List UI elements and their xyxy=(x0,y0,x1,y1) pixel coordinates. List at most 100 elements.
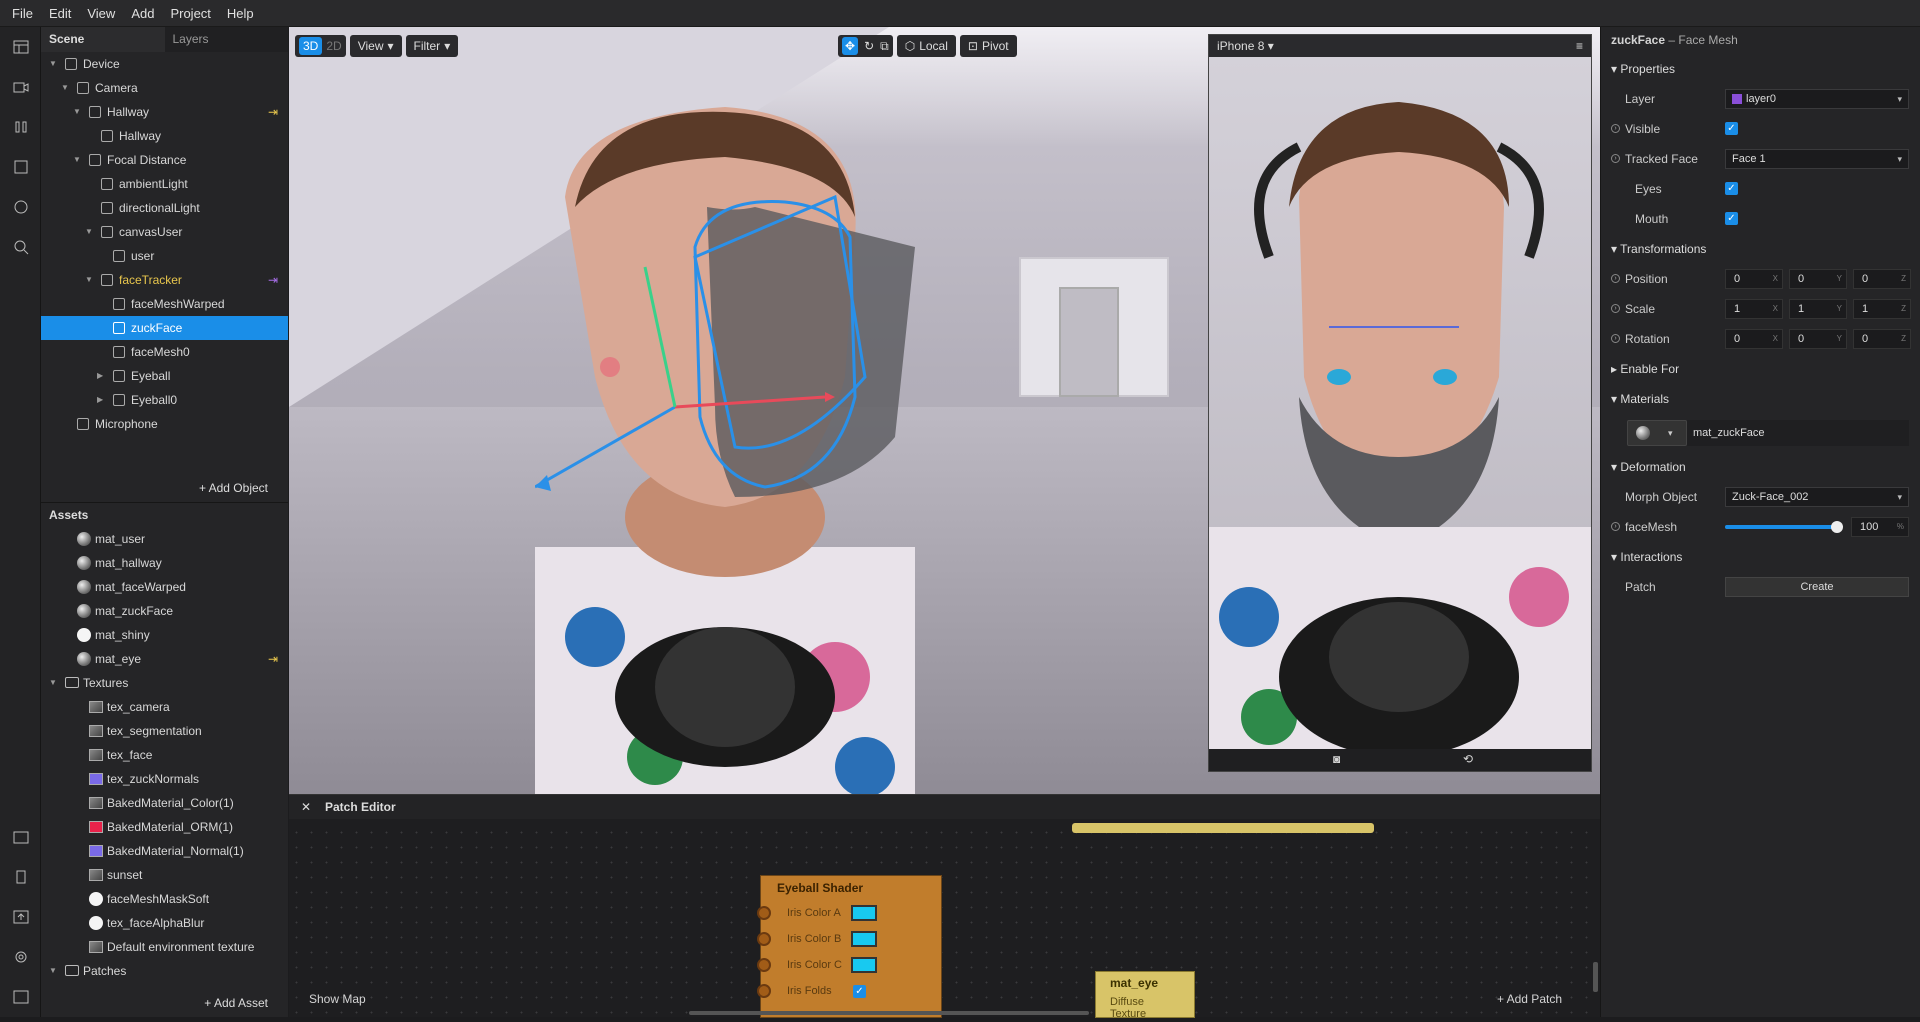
position-z-field[interactable]: 0Z xyxy=(1853,269,1911,289)
visible-checkbox[interactable]: ✓ xyxy=(1725,122,1738,135)
scene-item-eyeball[interactable]: ▶ Eyeball xyxy=(41,364,288,388)
scene-item-facetracker[interactable]: ▼ faceTracker ⇥ xyxy=(41,268,288,292)
color-swatch[interactable] xyxy=(851,905,877,921)
rotation-x-field[interactable]: 0X xyxy=(1725,329,1783,349)
scene-item-microphone[interactable]: Microphone xyxy=(41,412,288,436)
chevron-down-icon[interactable]: ▼ xyxy=(73,148,81,172)
chevron-down-icon[interactable]: ▼ xyxy=(61,76,69,100)
chevron-right-icon[interactable]: ▶ xyxy=(97,364,103,388)
menu-item-edit[interactable]: Edit xyxy=(41,6,79,21)
keyframe-icon[interactable]: › xyxy=(1611,522,1620,531)
upload-icon[interactable] xyxy=(0,897,41,937)
scene-item-ambientlight[interactable]: ambientLight xyxy=(41,172,288,196)
port-iris-color-b[interactable]: Iris Color B xyxy=(757,926,941,952)
asset-item[interactable]: tex_segmentation xyxy=(41,719,288,743)
menu-icon[interactable]: ≡ xyxy=(1576,35,1583,57)
facemesh-slider-track[interactable] xyxy=(1725,525,1837,529)
asset-item[interactable]: tex_zuckNormals xyxy=(41,767,288,791)
asset-item[interactable]: faceMeshMaskSoft xyxy=(41,887,288,911)
pin-icon[interactable]: ⇥ xyxy=(268,647,278,671)
eyes-checkbox[interactable]: ✓ xyxy=(1725,182,1738,195)
menu-item-project[interactable]: Project xyxy=(162,6,218,21)
chevron-down-icon[interactable]: ▼ xyxy=(73,100,81,124)
port-icon[interactable] xyxy=(757,958,771,972)
facemesh-value-field[interactable]: 100% xyxy=(1851,517,1909,537)
pivot-toggle[interactable]: ⊡ Pivot xyxy=(959,35,1017,57)
pause-icon[interactable] xyxy=(0,107,41,147)
section-materials[interactable]: ▾ Materials xyxy=(1601,384,1920,414)
port-icon[interactable] xyxy=(757,906,771,920)
keyframe-icon[interactable]: › xyxy=(1611,154,1620,163)
scene-item-eyeball0[interactable]: ▶ Eyeball0 xyxy=(41,388,288,412)
video-icon[interactable] xyxy=(0,67,41,107)
move-tool-icon[interactable]: ✥ xyxy=(842,37,859,55)
asset-item[interactable]: mat_shiny xyxy=(41,623,288,647)
port-iris-color-a[interactable]: Iris Color A xyxy=(757,900,941,926)
patch-editor[interactable]: Patch Editor ✕ Eyeball Shader Iris Color… xyxy=(289,794,1600,1020)
material-name[interactable]: mat_zuckFace xyxy=(1687,420,1909,446)
viewport[interactable]: 3D 2D View ▾ Filter ▾ ✥ ↻ ⧉ ⬡ Local ⊡ Pivot … xyxy=(289,27,1600,794)
keyframe-icon[interactable]: › xyxy=(1611,124,1620,133)
menu-item-file[interactable]: File xyxy=(4,6,41,21)
chevron-right-icon[interactable]: ▶ xyxy=(97,388,103,412)
color-swatch[interactable] xyxy=(851,931,877,947)
asset-item[interactable]: BakedMaterial_Normal(1) xyxy=(41,839,288,863)
layer-select[interactable]: layer0 ▾ xyxy=(1725,89,1909,109)
scale-y-field[interactable]: 1Y xyxy=(1789,299,1847,319)
checkbox[interactable]: ✓ xyxy=(853,985,866,998)
morph-object-select[interactable]: Zuck-Face_002 ▾ xyxy=(1725,487,1909,507)
scene-item-focal distance[interactable]: ▼ Focal Distance xyxy=(41,148,288,172)
port-iris-color-c[interactable]: Iris Color C xyxy=(757,952,941,978)
local-toggle[interactable]: ⬡ Local xyxy=(896,35,956,57)
asset-item[interactable]: BakedMaterial_ORM(1) xyxy=(41,815,288,839)
scene-item-hallway[interactable]: ▼ Hallway ⇥ xyxy=(41,100,288,124)
pin-icon[interactable]: ⇥ xyxy=(268,268,278,292)
close-icon[interactable]: ✕ xyxy=(301,795,311,819)
facemesh-slider-handle[interactable] xyxy=(1831,521,1843,533)
position-x-field[interactable]: 0X xyxy=(1725,269,1783,289)
scene-item-zuckface[interactable]: zuckFace xyxy=(41,316,288,340)
asset-item[interactable]: tex_face xyxy=(41,743,288,767)
vertical-scrollbar[interactable] xyxy=(1593,962,1598,992)
asset-item[interactable]: tex_faceAlphaBlur xyxy=(41,911,288,935)
scale-z-field[interactable]: 1Z xyxy=(1853,299,1911,319)
filter-dropdown[interactable]: Filter ▾ xyxy=(405,35,459,57)
rotation-y-field[interactable]: 0Y xyxy=(1789,329,1847,349)
chevron-down-icon[interactable]: ▼ xyxy=(85,268,93,292)
scene-item-facemesh0[interactable]: faceMesh0 xyxy=(41,340,288,364)
color-swatch[interactable] xyxy=(851,957,877,973)
asset-item[interactable]: mat_zuckFace xyxy=(41,599,288,623)
keyframe-icon[interactable]: › xyxy=(1611,274,1620,283)
menu-item-add[interactable]: Add xyxy=(123,6,162,21)
add-object-button[interactable]: + Add Object xyxy=(199,478,268,498)
show-map-button[interactable]: Show Map xyxy=(309,992,366,1006)
refresh-icon[interactable] xyxy=(0,187,41,227)
chevron-down-icon[interactable]: ▼ xyxy=(85,220,93,244)
create-patch-button[interactable]: Create xyxy=(1725,577,1909,597)
chevron-down-icon[interactable]: ▼ xyxy=(49,52,57,76)
section-properties[interactable]: ▾ Properties xyxy=(1601,54,1920,84)
eyeball-shader-node[interactable]: Eyeball Shader Iris Color A Iris Color B… xyxy=(757,875,942,1018)
tracked-face-select[interactable]: Face 1 ▾ xyxy=(1725,149,1909,169)
scene-item-canvasuser[interactable]: ▼ canvasUser xyxy=(41,220,288,244)
asset-item[interactable]: mat_faceWarped xyxy=(41,575,288,599)
mat-eye-node[interactable]: mat_eye Diffuse Texture xyxy=(1095,971,1195,1020)
add-asset-button[interactable]: + Add Asset xyxy=(204,993,268,1013)
rotation-z-field[interactable]: 0Z xyxy=(1853,329,1911,349)
section-enable-for[interactable]: ▸ Enable For xyxy=(1601,354,1920,384)
section-interactions[interactable]: ▾ Interactions xyxy=(1601,542,1920,572)
screenshot-icon[interactable]: ◙ xyxy=(1333,752,1340,766)
scene-item-facemeshwarped[interactable]: faceMeshWarped xyxy=(41,292,288,316)
pin-icon[interactable]: ⇥ xyxy=(268,100,278,124)
mode-2d-button[interactable]: 2D xyxy=(326,35,341,57)
asset-item[interactable]: mat_user xyxy=(41,527,288,551)
mode-3d-button[interactable]: 3D xyxy=(299,37,323,55)
view-dropdown[interactable]: View ▾ xyxy=(349,35,402,57)
device-selector[interactable]: iPhone 8 ▾ ≡ xyxy=(1209,35,1591,57)
asset-item[interactable]: sunset xyxy=(41,863,288,887)
keyframe-icon[interactable]: › xyxy=(1611,334,1620,343)
scene-item-camera[interactable]: ▼ Camera xyxy=(41,76,288,100)
import-icon[interactable] xyxy=(0,817,41,857)
asset-item[interactable]: ▼ Patches xyxy=(41,959,288,983)
chevron-down-icon[interactable]: ▼ xyxy=(49,959,57,983)
